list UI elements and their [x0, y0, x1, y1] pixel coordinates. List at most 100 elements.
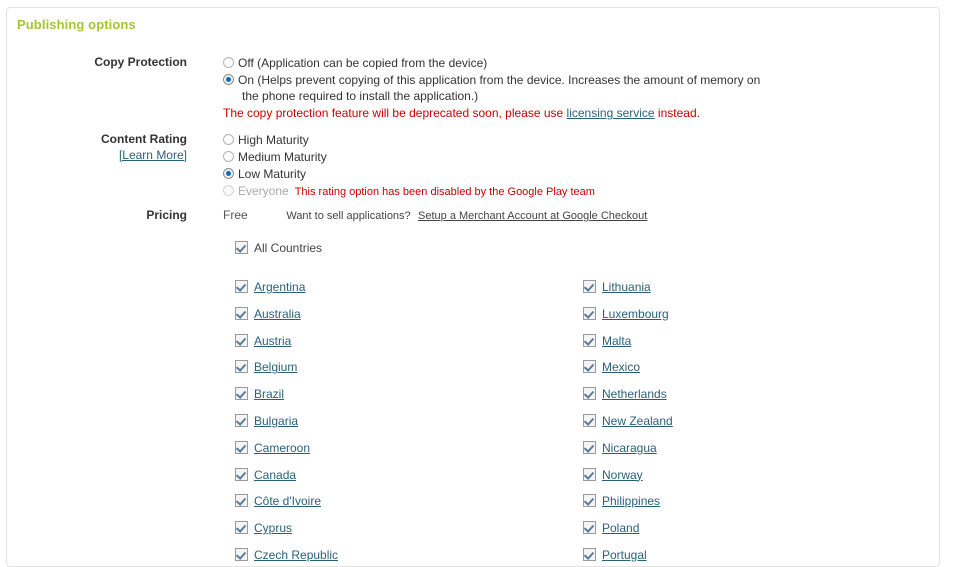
copy-protection-option-on[interactable]: On (Helps prevent copying of this applic… [223, 72, 760, 104]
radio-checked-icon[interactable] [223, 74, 234, 85]
country-link[interactable]: Portugal [602, 548, 647, 562]
country-link[interactable]: Philippines [602, 494, 660, 508]
content-rating-label: Content Rating [101, 132, 187, 146]
learn-more-link[interactable]: [Learn More] [119, 148, 187, 162]
checkbox-checked-icon[interactable] [583, 280, 596, 293]
country-row[interactable]: Mexico [583, 360, 673, 387]
country-row[interactable]: Nicaragua [583, 440, 673, 468]
country-row[interactable]: Belgium [235, 360, 338, 387]
all-countries-row[interactable]: All Countries [235, 241, 322, 255]
country-row[interactable]: Austria [235, 333, 338, 361]
country-row[interactable]: Netherlands [583, 387, 673, 414]
country-link[interactable]: Brazil [254, 387, 284, 401]
country-link[interactable]: Poland [602, 521, 639, 535]
country-link[interactable]: Cyprus [254, 521, 292, 535]
checkbox-checked-icon[interactable] [235, 467, 248, 481]
radio-icon[interactable] [223, 57, 234, 68]
country-link[interactable]: Bulgaria [254, 414, 298, 428]
checkbox-checked-icon[interactable] [235, 494, 248, 508]
country-row[interactable]: Poland [583, 521, 673, 548]
checkbox-checked-icon[interactable] [235, 387, 248, 401]
content-rating-learn-more[interactable]: [Learn More] [7, 148, 187, 162]
country-link[interactable]: Norway [602, 468, 643, 482]
country-link[interactable]: Netherlands [602, 387, 667, 401]
country-row[interactable]: Brazil [235, 387, 338, 414]
checkbox-checked-icon[interactable] [583, 547, 596, 561]
content-rating-option-everyone: Everyone This rating option has been disa… [223, 183, 595, 200]
content-rating-option-low[interactable]: Low Maturity [223, 166, 595, 182]
deprecation-text-after: instead. [654, 106, 700, 120]
checkbox-checked-icon[interactable] [235, 413, 248, 427]
checkbox-checked-icon[interactable] [583, 467, 596, 481]
country-link[interactable]: Côte d'Ivoire [254, 494, 321, 508]
copy-protection-deprecation-notice: The copy protection feature will be depr… [223, 106, 760, 120]
checkbox-checked-icon[interactable] [583, 360, 596, 374]
checkbox-checked-icon[interactable] [235, 306, 248, 320]
checkbox-checked-icon[interactable] [235, 333, 248, 347]
checkbox-checked-icon[interactable] [583, 521, 596, 535]
copy-protection-on-label: On (Helps prevent copying of this applic… [238, 73, 761, 87]
country-row[interactable]: Norway [583, 467, 673, 495]
copy-protection-options: Off (Application can be copied from the … [223, 55, 760, 120]
country-row[interactable]: Argentina [235, 280, 338, 307]
country-row[interactable]: New Zealand [583, 413, 673, 441]
country-row[interactable]: Luxembourg [583, 306, 673, 334]
checkbox-checked-icon[interactable] [583, 440, 596, 454]
country-column-right: Lithuania Luxembourg Malta Mexico Netherland… [583, 280, 673, 566]
radio-icon[interactable] [223, 151, 234, 162]
copy-protection-option-off[interactable]: Off (Application can be copied from the … [223, 55, 760, 71]
country-row[interactable]: Malta [583, 333, 673, 361]
checkbox-checked-icon[interactable] [583, 306, 596, 320]
radio-checked-icon[interactable] [223, 168, 234, 179]
content-rating-everyone-label: Everyone [238, 184, 289, 198]
country-link[interactable]: Belgium [254, 360, 297, 374]
checkbox-checked-icon[interactable] [235, 440, 248, 454]
pricing-sell-question: Want to sell applications? [286, 210, 411, 222]
country-row[interactable]: Lithuania [583, 280, 673, 307]
content-rating-medium-label: Medium Maturity [238, 150, 327, 164]
checkbox-checked-icon[interactable] [235, 360, 248, 374]
country-link[interactable]: New Zealand [602, 414, 673, 428]
checkbox-checked-icon[interactable] [583, 494, 596, 508]
content-rating-low-label: Low Maturity [238, 167, 307, 181]
country-row[interactable]: Czech Republic [235, 547, 338, 566]
country-link[interactable]: Lithuania [602, 280, 651, 294]
country-link[interactable]: Australia [254, 307, 301, 321]
country-row[interactable]: Bulgaria [235, 413, 338, 441]
checkbox-checked-icon[interactable] [583, 333, 596, 347]
checkbox-checked-icon[interactable] [235, 241, 248, 254]
checkbox-checked-icon[interactable] [583, 413, 596, 427]
country-row[interactable]: Côte d'Ivoire [235, 494, 338, 521]
country-link[interactable]: Cameroon [254, 441, 310, 455]
publishing-options-panel: Publishing options Copy Protection Off (… [6, 7, 940, 567]
country-link[interactable]: Argentina [254, 280, 305, 294]
content-rating-options: High Maturity Medium Maturity Low Maturi… [223, 132, 595, 201]
country-link[interactable]: Austria [254, 334, 291, 348]
copy-protection-off-label: Off (Application can be copied from the … [238, 56, 488, 70]
country-link[interactable]: Canada [254, 468, 296, 482]
merchant-account-link[interactable]: Setup a Merchant Account at Google Check… [418, 210, 647, 222]
country-row[interactable]: Philippines [583, 494, 673, 521]
content-rating-option-medium[interactable]: Medium Maturity [223, 149, 595, 165]
country-link[interactable]: Mexico [602, 360, 640, 374]
licensing-service-link[interactable]: licensing service [567, 106, 655, 120]
checkbox-checked-icon[interactable] [235, 280, 248, 293]
country-link[interactable]: Luxembourg [602, 307, 669, 321]
country-row[interactable]: Portugal [583, 547, 673, 566]
copy-protection-label: Copy Protection [94, 55, 187, 69]
content-rating-option-high[interactable]: High Maturity [223, 132, 595, 148]
content-rating-high-label: High Maturity [238, 133, 309, 147]
country-link[interactable]: Czech Republic [254, 548, 338, 562]
country-link[interactable]: Nicaragua [602, 441, 657, 455]
radio-icon[interactable] [223, 134, 234, 145]
country-row[interactable]: Australia [235, 306, 338, 334]
country-row[interactable]: Cameroon [235, 440, 338, 468]
checkbox-checked-icon[interactable] [235, 547, 248, 561]
country-link[interactable]: Malta [602, 334, 631, 348]
country-row[interactable]: Canada [235, 467, 338, 495]
copy-protection-on-label-continued: the phone required to install the applic… [242, 89, 479, 103]
deprecation-text-before: The copy protection feature will be depr… [223, 106, 567, 120]
checkbox-checked-icon[interactable] [583, 387, 596, 401]
checkbox-checked-icon[interactable] [235, 521, 248, 535]
country-row[interactable]: Cyprus [235, 521, 338, 548]
